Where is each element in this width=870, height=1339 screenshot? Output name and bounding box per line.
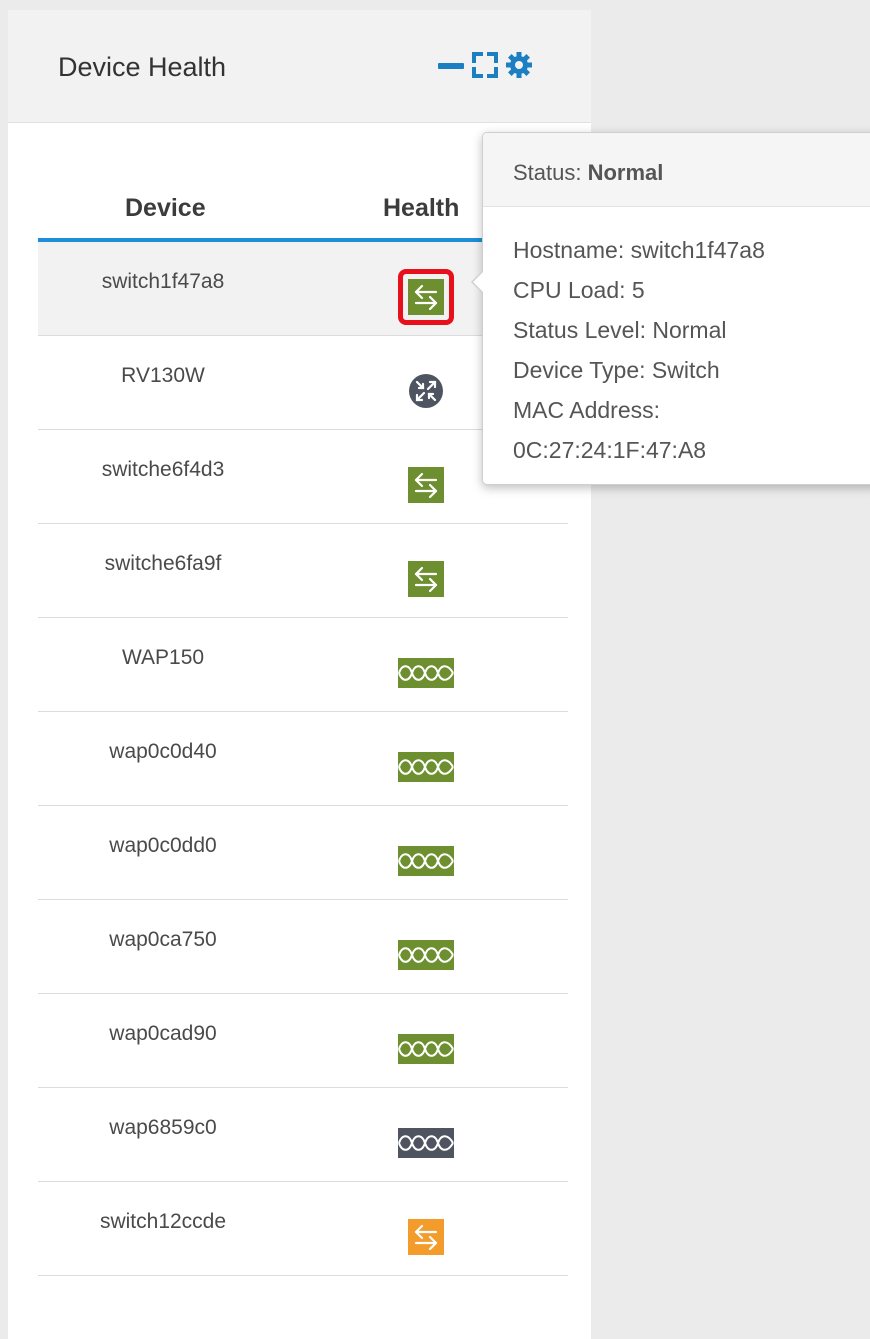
tooltip-body: Hostname: switch1f47a8 CPU Load: 5 Statu…: [513, 230, 765, 470]
device-name[interactable]: RV130W: [38, 364, 288, 388]
column-header-device[interactable]: Device: [125, 194, 206, 223]
device-tooltip: Status: Normal Hostname: switch1f47a8 CP…: [471, 132, 870, 485]
wap-status-icon[interactable]: [398, 739, 454, 795]
panel-header: Device Health: [8, 10, 591, 123]
gear-icon[interactable]: [504, 50, 534, 80]
minimize-icon[interactable]: [436, 50, 466, 80]
device-name[interactable]: wap6859c0: [38, 1116, 288, 1140]
switch-status-icon[interactable]: [398, 551, 454, 607]
device-name[interactable]: wap0ca750: [38, 928, 288, 952]
device-name[interactable]: switche6fa9f: [38, 552, 288, 576]
expand-icon[interactable]: [470, 50, 500, 80]
wap-status-icon[interactable]: [398, 1115, 454, 1171]
device-name[interactable]: wap0c0d40: [38, 740, 288, 764]
device-name[interactable]: wap0c0dd0: [38, 834, 288, 858]
device-name[interactable]: switche6f4d3: [38, 458, 288, 482]
tooltip-mac-value: 0C:27:24:1F:47:A8: [513, 437, 707, 463]
tooltip-hostname: Hostname: switch1f47a8: [513, 237, 765, 263]
tooltip-status-value: Normal: [587, 160, 664, 185]
table-row[interactable]: switch12ccde: [38, 1182, 568, 1276]
device-name[interactable]: switch1f47a8: [38, 270, 288, 294]
tooltip-cpu-load: CPU Load: 5: [513, 277, 645, 303]
device-name[interactable]: WAP150: [38, 646, 288, 670]
wap-status-icon[interactable]: [398, 645, 454, 701]
tooltip-device-type: Device Type: Switch: [513, 357, 720, 383]
tooltip-mac-label: MAC Address:: [513, 397, 660, 423]
column-header-health[interactable]: Health: [383, 194, 459, 223]
router-status-icon[interactable]: [398, 363, 454, 419]
table-row[interactable]: wap0cad90: [38, 994, 568, 1088]
table-row[interactable]: wap0ca750: [38, 900, 568, 994]
table-row[interactable]: wap6859c0: [38, 1088, 568, 1182]
tooltip-status: Status: Normal: [513, 160, 663, 186]
switch-status-icon[interactable]: [398, 457, 454, 513]
wap-status-icon[interactable]: [398, 927, 454, 983]
wap-status-icon[interactable]: [398, 833, 454, 889]
panel-title: Device Health: [58, 52, 227, 82]
tooltip-header: Status: Normal: [483, 133, 870, 207]
panel-tools: [436, 50, 534, 80]
table-row[interactable]: wap0c0dd0: [38, 806, 568, 900]
wap-status-icon[interactable]: [398, 1021, 454, 1077]
tooltip-status-level: Status Level: Normal: [513, 317, 727, 343]
device-name[interactable]: switch12ccde: [38, 1210, 288, 1234]
table-row[interactable]: wap0c0d40: [38, 712, 568, 806]
switch-status-icon[interactable]: [398, 269, 454, 325]
device-name[interactable]: wap0cad90: [38, 1022, 288, 1046]
table-row[interactable]: WAP150: [38, 618, 568, 712]
tooltip-status-label: Status:: [513, 160, 582, 185]
switch-status-icon[interactable]: [398, 1209, 454, 1265]
table-row[interactable]: switche6fa9f: [38, 524, 568, 618]
